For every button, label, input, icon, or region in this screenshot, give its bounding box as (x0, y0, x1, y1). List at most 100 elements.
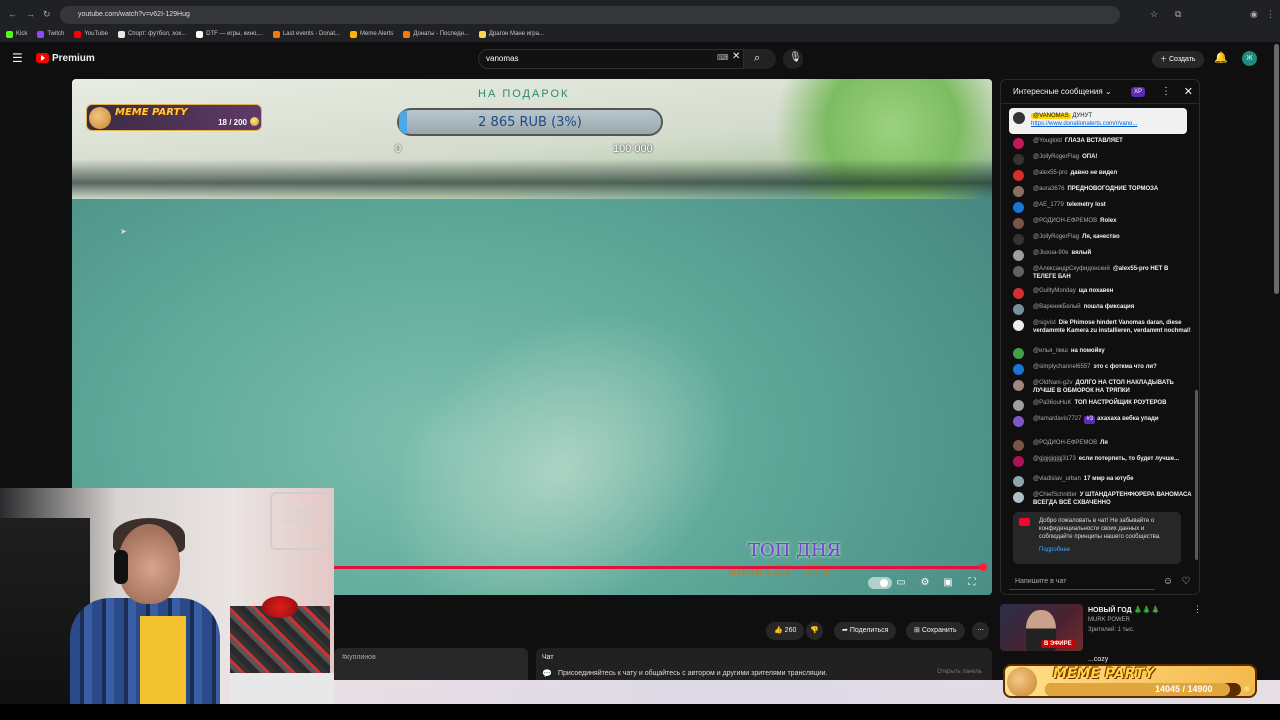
menu-kebab-icon[interactable]: ⋮ (1266, 9, 1275, 20)
chat-avatar[interactable] (1013, 202, 1024, 213)
chat-author[interactable]: @ChiefSchnitter (1033, 492, 1077, 498)
chat-author[interactable]: @vladislav_urban (1033, 476, 1081, 482)
chat-author[interactable]: @илья_пмш (1033, 348, 1068, 354)
chat-avatar[interactable] (1013, 154, 1024, 165)
chat-avatar[interactable] (1013, 348, 1024, 359)
bookmark-item[interactable]: Донаты - Последн... (403, 30, 469, 38)
subtitles-icon[interactable]: ▭ (894, 577, 908, 589)
chat-author[interactable]: @Pa36ouHuK (1033, 400, 1071, 406)
welcome-more-link[interactable]: Подробнее (1039, 546, 1176, 554)
chat-author[interactable]: @sigvist (1033, 320, 1056, 326)
chat-author[interactable]: @alex55-pro (1033, 170, 1067, 176)
chat-message[interactable]: @РОДИОН-ЕФРЕМОВ Rolex (1013, 218, 1193, 229)
save-button[interactable]: ⊞ Сохранить (906, 622, 965, 640)
chat-avatar[interactable] (1013, 170, 1024, 181)
bookmark-star-icon[interactable]: ☆ (1150, 9, 1158, 20)
bookmark-item[interactable]: Спорт: футбол, хок... (117, 30, 186, 38)
chat-message[interactable]: @sigvist Die Phimose hindert Vanomas dara… (1013, 320, 1193, 335)
address-bar[interactable]: youtube.com/watch?v=v62I-129Hug (60, 6, 1120, 24)
heart-icon[interactable]: ♡ (1179, 575, 1193, 589)
chat-avatar[interactable] (1013, 250, 1024, 261)
chat-message[interactable]: @vladislav_urban 17 ммр на ютубе (1013, 476, 1193, 487)
chat-message[interactable]: @gjgjgjgjgj3173 если потерпеть, то будет … (1013, 456, 1193, 467)
bookmark-item[interactable]: Meme Alerts (350, 30, 393, 38)
chat-avatar[interactable] (1013, 416, 1024, 427)
chat-author[interactable]: @АлександрСкуфидонский (1033, 266, 1110, 272)
chat-message[interactable]: @Youglold ГЛАЗА ВСТАВЛЯЕТ (1013, 138, 1193, 149)
chat-avatar[interactable] (1013, 304, 1024, 315)
chat-author[interactable]: @lamardavis7727 (1033, 416, 1081, 422)
chat-message[interactable]: @АлександрСкуфидонский @alex55-pro НЕТ В … (1013, 266, 1193, 281)
chat-author[interactable]: @РОДИОН-ЕФРЕМОВ (1033, 218, 1097, 224)
chat-message[interactable]: @JollyRogerFlag ОПА! (1013, 154, 1193, 165)
open-chat-button[interactable]: Открыть панель (937, 669, 982, 675)
chat-avatar[interactable] (1013, 476, 1024, 487)
pinned-message[interactable]: @VANOMAS ДУНУТ https://www.donationalert… (1009, 108, 1187, 134)
chat-avatar[interactable] (1013, 288, 1024, 299)
bookmark-item[interactable]: DTF — игры, кино,... (196, 30, 263, 38)
bookmark-item[interactable]: Драгон Мане игра... (478, 30, 544, 38)
chat-input[interactable]: Напишите в чат (1009, 574, 1155, 590)
chat-message[interactable]: @ВареникБелый пошла фиксация (1013, 304, 1193, 315)
chat-avatar[interactable] (1013, 380, 1024, 391)
search-input[interactable]: vanomas (478, 49, 744, 69)
chat-avatar[interactable] (1013, 266, 1024, 277)
autoplay-toggle[interactable] (868, 577, 892, 589)
search-button[interactable]: ⌕ (744, 49, 776, 69)
chat-message[interactable]: @JollyRogerFlag Ля, качество (1013, 234, 1193, 245)
chat-avatar[interactable] (1013, 138, 1024, 149)
chat-avatar[interactable] (1013, 320, 1024, 331)
chat-author[interactable]: @ВареникБелый (1033, 304, 1081, 310)
chat-avatar[interactable] (1013, 218, 1024, 229)
back-icon[interactable]: ← (8, 9, 17, 19)
chat-message[interactable]: @илья_пмш на помойку (1013, 348, 1193, 359)
youtube-logo-icon[interactable] (36, 53, 49, 63)
chat-message[interactable]: @Jiuxua-90e вялый (1013, 250, 1193, 261)
chat-author[interactable]: @OldNani-g2v (1033, 380, 1072, 386)
chat-avatar[interactable] (1013, 186, 1024, 197)
clear-search-icon[interactable]: ✕ (732, 51, 740, 62)
forward-icon[interactable]: → (26, 9, 35, 19)
chat-author[interactable]: @GuiltyMonday (1033, 288, 1076, 294)
chat-author[interactable]: @AE_1779 (1033, 202, 1064, 208)
progress-bar[interactable] (334, 566, 984, 569)
chat-avatar[interactable] (1013, 492, 1024, 503)
chat-message[interactable]: @РОДИОН-ЕФРЕМОВ Ля (1013, 440, 1193, 451)
bookmark-item[interactable]: YouTube (74, 30, 108, 38)
chat-author[interactable]: @JollyRogerFlag (1033, 234, 1079, 240)
profile-icon[interactable]: ◉ (1250, 9, 1258, 20)
recommendation-2-title[interactable]: ...cozy (1088, 656, 1108, 663)
emoji-icon[interactable]: ☺ (1161, 575, 1175, 589)
chat-author[interactable]: @JollyRogerFlag (1033, 154, 1079, 160)
chat-author[interactable]: @gjgjgjgjgj3173 (1033, 456, 1076, 462)
pinned-link[interactable]: https://www.donationalerts.com/r/vano... (1031, 121, 1137, 127)
voice-search-button[interactable]: 🎙 (783, 49, 803, 69)
avatar[interactable]: Ж (1242, 51, 1257, 66)
chat-avatar[interactable] (1013, 234, 1024, 245)
reload-icon[interactable]: ↻ (43, 9, 51, 20)
bookmark-item[interactable]: Kick (6, 30, 27, 38)
chat-message[interactable]: @Pa36ouHuK ТОП НАСТРОЙЩИК РОУТЕРОВ (1013, 400, 1193, 411)
xp-badge[interactable]: XP (1131, 87, 1146, 97)
chat-avatar[interactable] (1013, 440, 1024, 451)
chat-message[interactable]: @GuiltyMonday ща похавен (1013, 288, 1193, 299)
close-icon[interactable]: ✕ (1184, 80, 1193, 104)
recommendation-title[interactable]: НОВЫЙ ГОД 🎄🎄🎄 (1088, 606, 1160, 614)
chat-avatar[interactable] (1013, 364, 1024, 375)
bookmark-item[interactable]: Last events - Donat... (272, 30, 340, 38)
chat-author[interactable]: @Jiuxua-90e (1033, 250, 1068, 256)
fullscreen-icon[interactable]: ⛶ (965, 577, 979, 589)
chat-message[interactable]: @ChiefSchnitter У ШТАНДАРТЕНФЮРЕРА ВАНОМА… (1013, 492, 1193, 507)
chat-message[interactable]: @OldNani-g2v ДОЛГО НА СТОЛ НАКЛАДЫВАТЬ ЛУ… (1013, 380, 1193, 395)
chat-author[interactable]: @aura3676 (1033, 186, 1064, 192)
progress-scrubber[interactable] (979, 563, 988, 571)
chat-message[interactable]: @alex55-pro давно не видел (1013, 170, 1193, 181)
chat-mode-dropdown[interactable]: Интересные сообщения (1013, 87, 1103, 96)
recommendation-menu-icon[interactable]: ⋮ (1193, 604, 1202, 615)
page-scrollbar[interactable] (1274, 44, 1279, 294)
miniplayer-icon[interactable]: ▣ (941, 577, 955, 589)
chat-avatar[interactable] (1013, 400, 1024, 411)
extensions-icon[interactable]: ⧉ (1175, 9, 1181, 20)
chat-author[interactable]: @РОДИОН-ЕФРЕМОВ (1033, 440, 1097, 446)
bookmark-item[interactable]: Twitch (37, 30, 64, 38)
